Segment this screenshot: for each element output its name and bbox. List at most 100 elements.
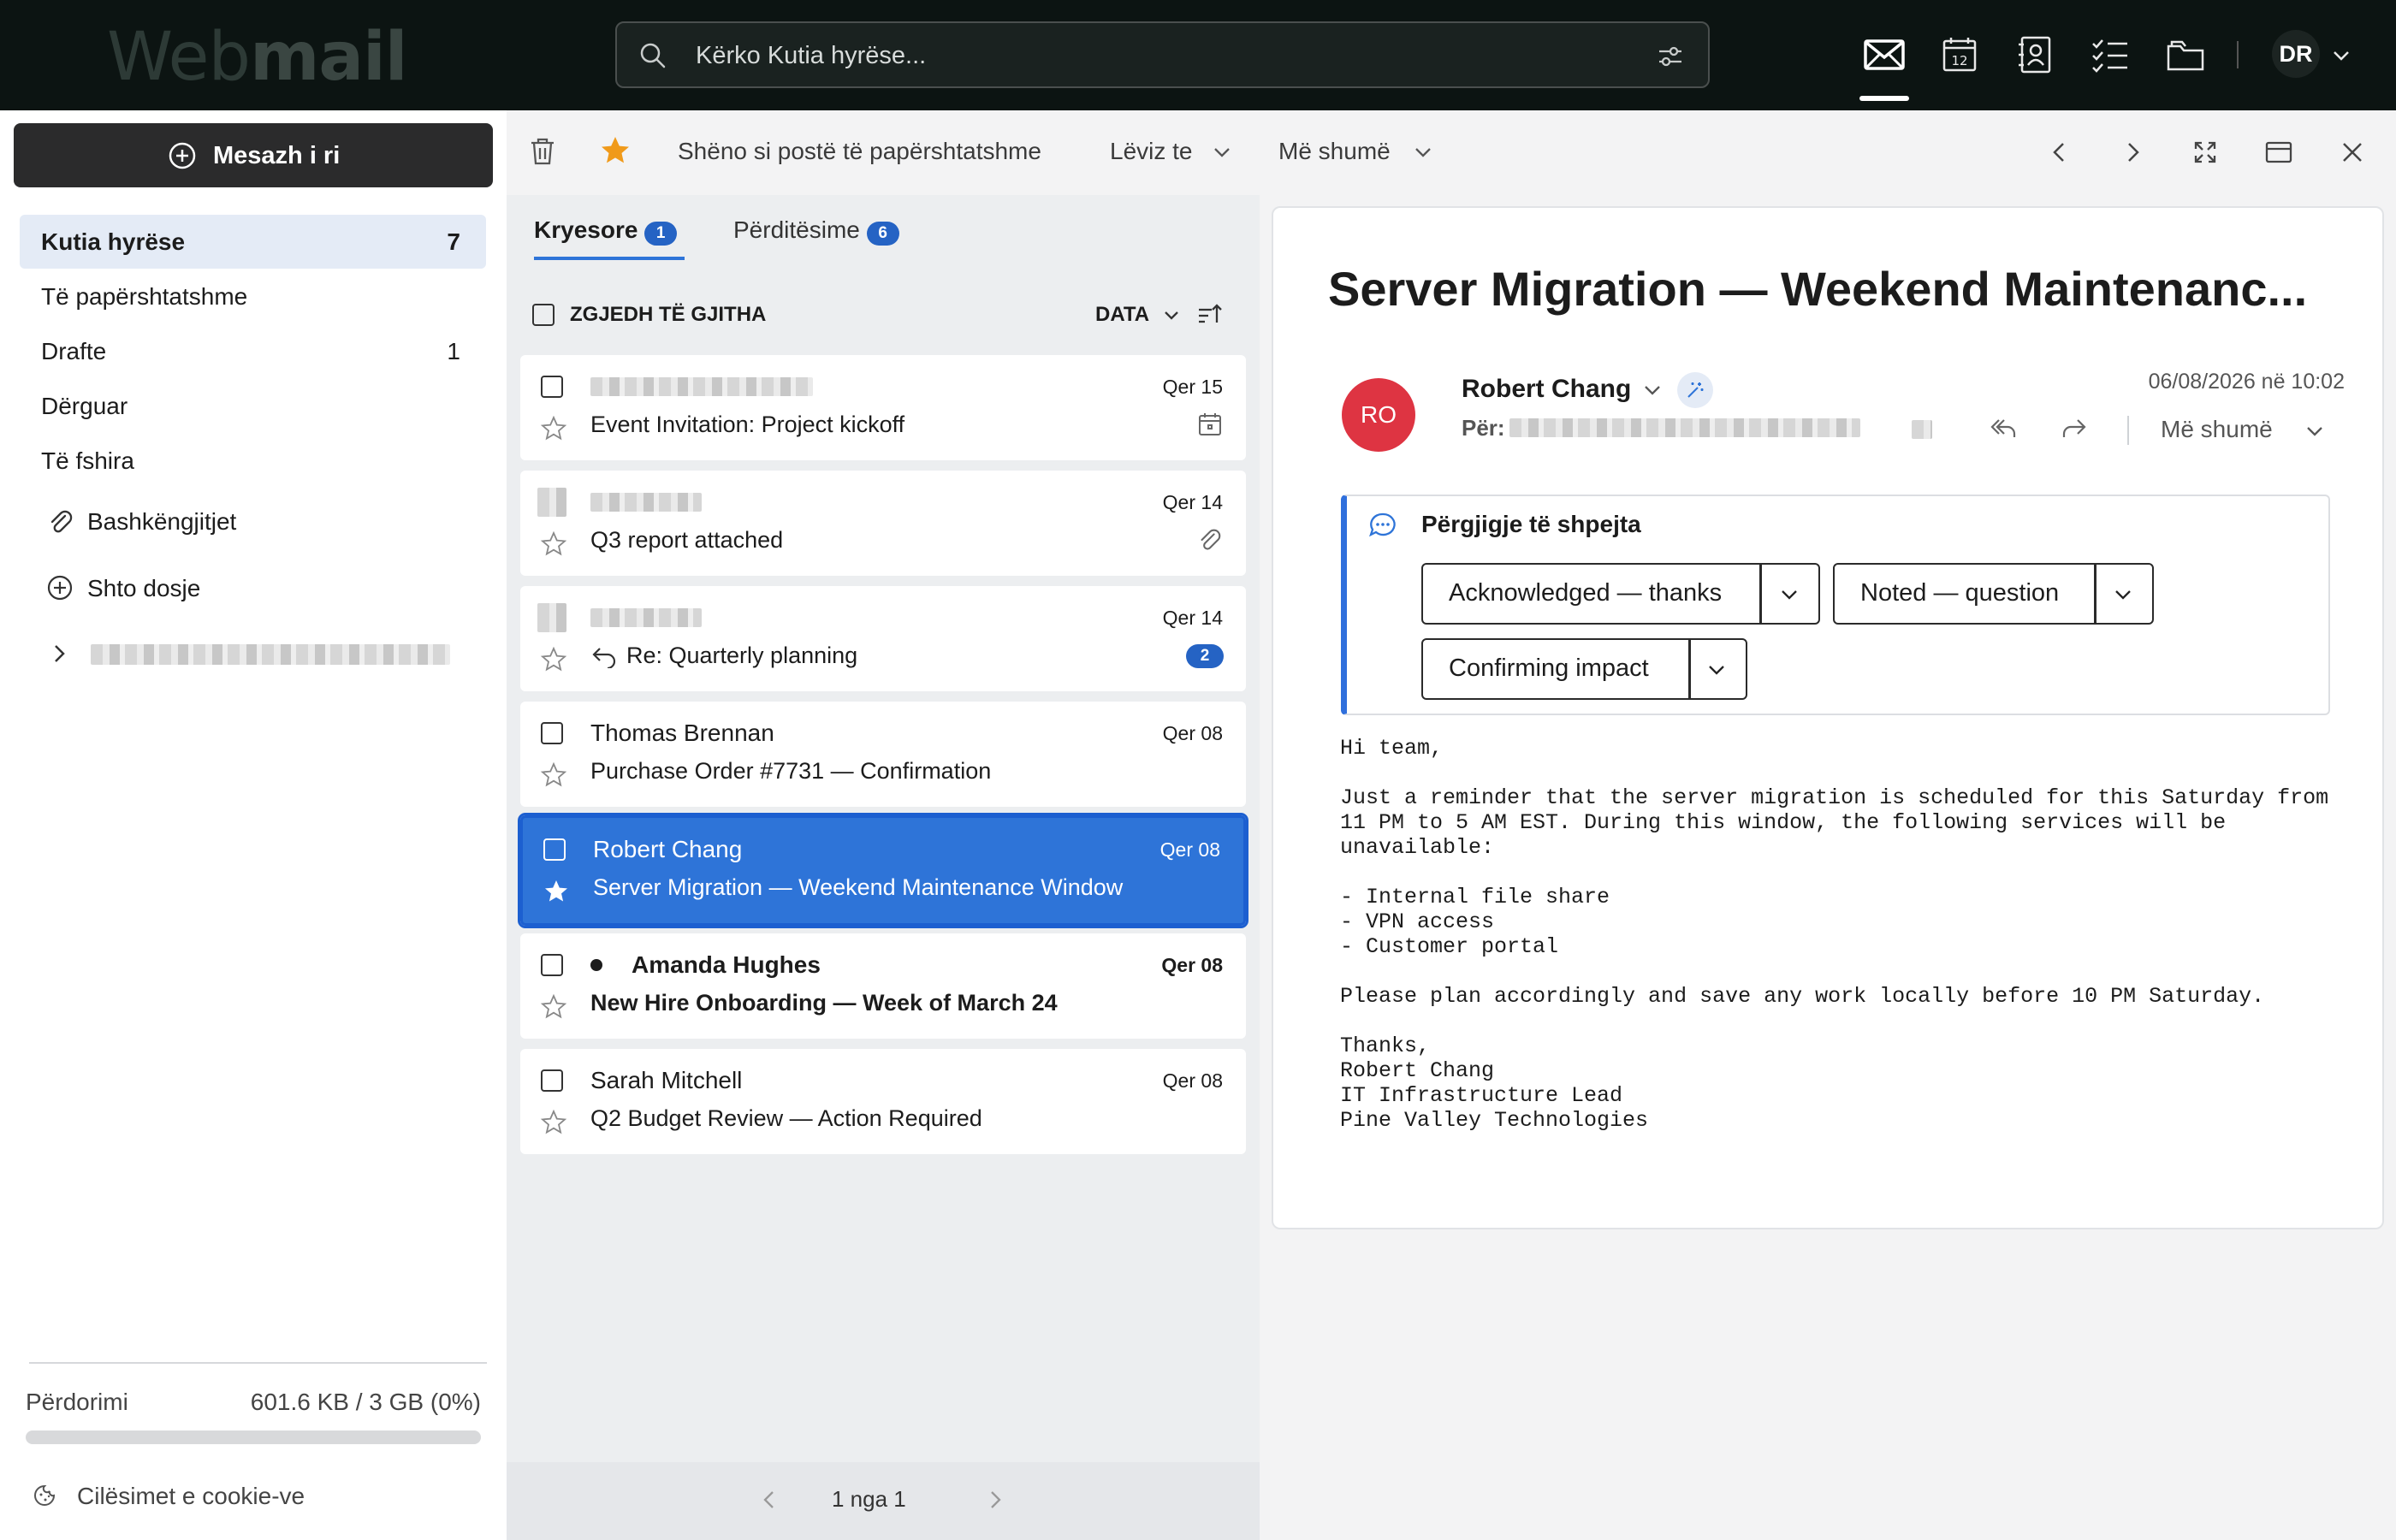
message-item[interactable]: Thomas Brennan Qer 08 Purchase Order #77… bbox=[520, 702, 1246, 807]
message-date: Qer 08 bbox=[1161, 954, 1223, 976]
active-nav-indicator bbox=[1859, 96, 1909, 101]
quick-replies-panel: Përgjigje të shpejta Acknowledged — than… bbox=[1341, 495, 2330, 715]
redacted-sender bbox=[590, 377, 813, 396]
divider bbox=[29, 1362, 487, 1364]
message-checkbox[interactable] bbox=[541, 1069, 563, 1092]
redacted-recipients bbox=[1509, 418, 1860, 437]
star-filled-icon[interactable] bbox=[599, 134, 632, 167]
message-subject: Q2 Budget Review — Action Required bbox=[590, 1105, 982, 1131]
next-message-icon[interactable] bbox=[2120, 139, 2145, 165]
folders-icon[interactable] bbox=[2162, 31, 2209, 79]
message-item[interactable]: Sarah Mitchell Qer 08 Q2 Budget Review —… bbox=[520, 1049, 1246, 1154]
quick-reply-confirming[interactable]: Confirming impact bbox=[1421, 638, 1747, 700]
chevron-down-icon[interactable] bbox=[2112, 583, 2134, 606]
chevron-down-icon[interactable] bbox=[1412, 141, 1434, 163]
message-item[interactable]: Amanda Hughes Qer 08 New Hire Onboarding… bbox=[520, 933, 1246, 1039]
star-outline-icon[interactable] bbox=[540, 530, 567, 558]
move-to-button[interactable]: Lëviz te bbox=[1110, 136, 1193, 167]
search-input[interactable]: Kërko Kutia hyrëse... bbox=[696, 40, 926, 71]
new-message-button[interactable]: Mesazh i ri bbox=[14, 123, 493, 187]
tasks-icon[interactable] bbox=[2086, 31, 2134, 79]
add-folder-label: Shto dosje bbox=[87, 575, 201, 601]
layout-toggle-icon[interactable] bbox=[2264, 139, 2293, 165]
add-folder-button[interactable]: Shto dosje bbox=[41, 562, 486, 615]
previous-page-icon[interactable] bbox=[757, 1488, 781, 1512]
more-button[interactable]: Më shumë bbox=[1278, 136, 1391, 167]
folder-count: 7 bbox=[447, 228, 460, 255]
redacted-account-name bbox=[91, 644, 450, 665]
folder-inbox[interactable]: Kutia hyrëse 7 bbox=[20, 215, 486, 269]
active-tab-indicator bbox=[534, 257, 685, 260]
message-item[interactable]: Qer 15 Event Invitation: Project kickoff bbox=[520, 355, 1246, 460]
star-outline-icon[interactable] bbox=[540, 415, 567, 442]
tab-updates[interactable]: Përditësime 6 bbox=[733, 214, 899, 246]
folder-drafts[interactable]: Drafte 1 bbox=[20, 324, 486, 378]
chevron-right-icon[interactable] bbox=[48, 643, 70, 665]
ai-assist-button[interactable] bbox=[1677, 372, 1713, 408]
star-outline-icon[interactable] bbox=[540, 1109, 567, 1136]
chevron-down-icon[interactable] bbox=[2304, 420, 2326, 442]
forward-icon[interactable] bbox=[2059, 415, 2090, 442]
message-date: Qer 14 bbox=[1162, 607, 1223, 629]
quick-reply-label: Acknowledged — thanks bbox=[1449, 579, 1723, 607]
tab-primary[interactable]: Kryesore 1 bbox=[534, 214, 678, 246]
quick-reply-acknowledged[interactable]: Acknowledged — thanks bbox=[1421, 563, 1820, 625]
storage-bar bbox=[26, 1430, 481, 1444]
chevron-down-icon[interactable] bbox=[2330, 44, 2352, 67]
message-checkbox[interactable] bbox=[541, 954, 563, 976]
chevron-down-icon[interactable] bbox=[1705, 659, 1728, 681]
message-item-selected[interactable]: Robert Chang Qer 08 Server Migration — W… bbox=[518, 813, 1248, 928]
search-box[interactable]: Kërko Kutia hyrëse... bbox=[615, 21, 1710, 88]
sort-label[interactable]: DATA bbox=[1095, 301, 1149, 329]
star-outline-icon[interactable] bbox=[540, 761, 567, 789]
mail-icon[interactable] bbox=[1860, 31, 1908, 79]
close-icon[interactable] bbox=[2340, 139, 2365, 165]
webmail-logo[interactable]: Webmail bbox=[107, 19, 407, 96]
sender-name[interactable]: Robert Chang bbox=[1462, 372, 1631, 406]
sender-avatar[interactable]: RO bbox=[1342, 378, 1415, 452]
quick-reply-label: Confirming impact bbox=[1449, 654, 1649, 682]
message-title: Server Migration — Weekend Maintenanc... bbox=[1328, 262, 2308, 316]
chevron-down-icon[interactable] bbox=[1211, 141, 1233, 163]
sort-order-icon[interactable] bbox=[1196, 301, 1224, 327]
contacts-icon[interactable] bbox=[2011, 31, 2059, 79]
cookie-settings-link[interactable]: Cilësimet e cookie-ve bbox=[26, 1475, 368, 1518]
select-all-checkbox[interactable] bbox=[532, 304, 555, 326]
message-item[interactable]: Qer 14 Q3 report attached bbox=[520, 471, 1246, 576]
previous-message-icon[interactable] bbox=[2047, 139, 2073, 165]
chevron-down-icon[interactable] bbox=[1641, 379, 1664, 401]
calendar-icon[interactable]: 12 bbox=[1936, 31, 1984, 79]
attachments-link[interactable]: Bashkëngjitjet bbox=[41, 495, 486, 548]
user-avatar[interactable]: DR bbox=[2272, 30, 2320, 78]
message-date: Qer 14 bbox=[1162, 491, 1223, 513]
storage-value: 601.6 KB / 3 GB (0%) bbox=[250, 1389, 481, 1415]
more-actions-button[interactable]: Më shumë bbox=[2161, 413, 2273, 446]
folder-trash[interactable]: Të fshira bbox=[20, 434, 486, 488]
select-all-label[interactable]: ZGJEDH TË GJITHA bbox=[570, 301, 766, 329]
next-page-icon[interactable] bbox=[983, 1488, 1007, 1512]
folder-sent[interactable]: Dërguar bbox=[20, 379, 486, 433]
reply-all-icon[interactable] bbox=[1987, 415, 2018, 442]
message-item[interactable]: Qer 14 Re: Quarterly planning 2 bbox=[520, 586, 1246, 691]
split-divider bbox=[2094, 565, 2096, 623]
message-checkbox[interactable] bbox=[543, 838, 566, 861]
trash-icon[interactable] bbox=[528, 136, 557, 167]
star-outline-icon[interactable] bbox=[540, 993, 567, 1021]
thread-count-badge: 2 bbox=[1186, 644, 1224, 668]
mark-spam-button[interactable]: Shëno si postë të papërshtatshme bbox=[678, 136, 1041, 167]
star-filled-icon[interactable] bbox=[543, 878, 570, 905]
filter-sliders-icon[interactable] bbox=[1657, 43, 1684, 70]
star-outline-icon[interactable] bbox=[540, 646, 567, 673]
folder-name: Kutia hyrëse bbox=[41, 228, 186, 255]
chevron-down-icon[interactable] bbox=[1778, 583, 1800, 606]
chevron-down-icon[interactable] bbox=[1161, 305, 1182, 325]
account-folder-group[interactable] bbox=[41, 629, 486, 680]
folder-spam[interactable]: Të papërshtatshme bbox=[20, 270, 486, 323]
message-checkbox[interactable] bbox=[541, 722, 563, 744]
expand-icon[interactable] bbox=[2192, 139, 2218, 165]
reply-icon bbox=[592, 648, 616, 668]
quick-reply-noted[interactable]: Noted — question bbox=[1833, 563, 2154, 625]
redacted-avatar bbox=[537, 603, 566, 632]
message-checkbox[interactable] bbox=[541, 376, 563, 398]
message-datetime: 06/08/2026 në 10:02 bbox=[2148, 370, 2345, 394]
